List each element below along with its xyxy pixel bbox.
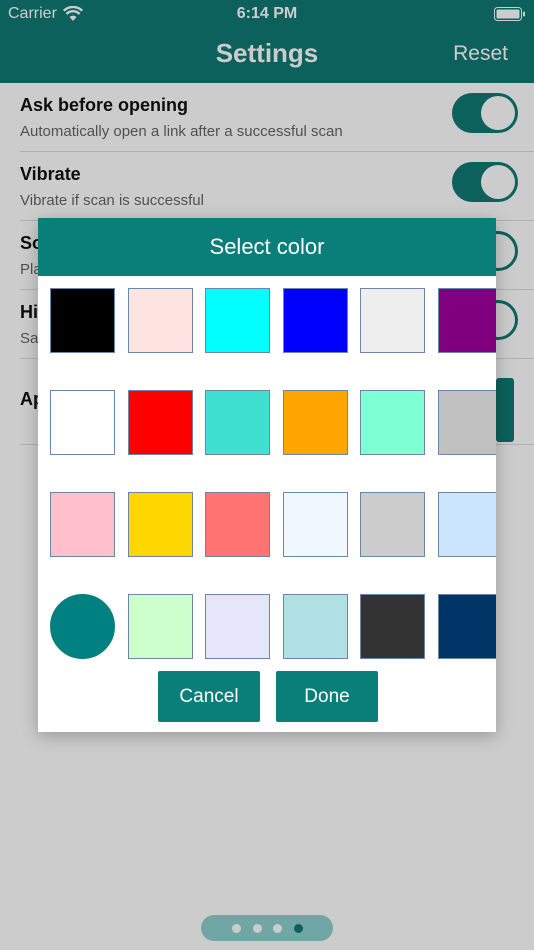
color-swatch[interactable] [360, 390, 425, 455]
color-swatch[interactable] [50, 390, 115, 455]
color-swatch[interactable] [283, 390, 348, 455]
color-swatch[interactable] [205, 594, 270, 659]
color-swatch[interactable] [128, 288, 193, 353]
color-swatch[interactable] [283, 594, 348, 659]
color-swatch[interactable] [360, 594, 425, 659]
cancel-button[interactable]: Cancel [158, 671, 260, 722]
color-swatch[interactable] [50, 288, 115, 353]
color-swatch[interactable] [360, 288, 425, 353]
done-button[interactable]: Done [276, 671, 378, 722]
select-color-dialog: Select color Cancel Done [38, 218, 496, 732]
color-swatch[interactable] [50, 492, 115, 557]
color-swatch[interactable] [205, 288, 270, 353]
color-swatch[interactable] [438, 594, 496, 659]
color-swatch[interactable] [438, 390, 496, 455]
color-swatch-selected[interactable] [50, 594, 115, 659]
color-swatch[interactable] [283, 492, 348, 557]
dialog-title: Select color [209, 234, 325, 259]
color-swatch[interactable] [283, 288, 348, 353]
color-swatch[interactable] [438, 492, 496, 557]
color-swatch[interactable] [128, 492, 193, 557]
dialog-header: Select color [38, 218, 496, 276]
color-swatch[interactable] [438, 288, 496, 353]
color-swatch-grid [50, 288, 496, 660]
color-swatch[interactable] [128, 390, 193, 455]
color-swatch[interactable] [360, 492, 425, 557]
color-swatch[interactable] [205, 492, 270, 557]
color-swatch[interactable] [205, 390, 270, 455]
color-swatch[interactable] [128, 594, 193, 659]
